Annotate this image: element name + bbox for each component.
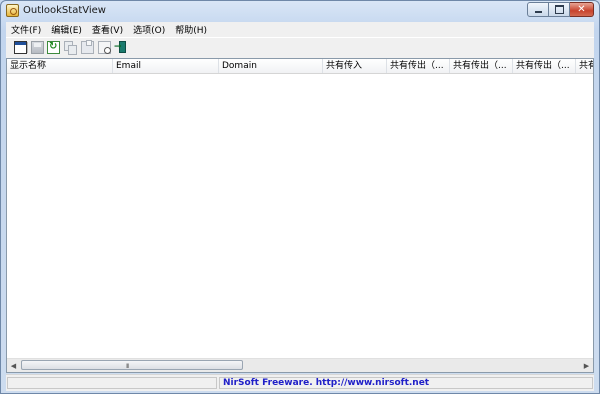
column-total-outgoing-4[interactable]: 共有传 [576, 59, 593, 73]
scroll-left-icon[interactable]: ◀ [7, 359, 20, 372]
scroll-right-icon[interactable]: ▶ [580, 359, 593, 372]
close-button[interactable]: ✕ [570, 2, 594, 17]
column-total-outgoing-2[interactable]: 共有传出（... [450, 59, 513, 73]
nirsoft-link[interactable]: NirSoft Freeware. http://www.nirsoft.net [223, 378, 429, 388]
list-header: 显示名称 Email Domain 共有传入 共有传出（... 共有传出（...… [7, 59, 593, 74]
menu-bar: 文件(F) 编辑(E) 查看(V) 选项(O) 帮助(H) [6, 22, 594, 37]
column-domain[interactable]: Domain [219, 59, 323, 73]
close-icon: ✕ [577, 3, 586, 15]
find-icon[interactable] [98, 41, 111, 54]
html-report-icon[interactable] [14, 41, 27, 54]
title-bar[interactable]: OutlookStatView ✕ [1, 1, 599, 21]
copy-icon[interactable] [64, 41, 77, 55]
menu-file[interactable]: 文件(F) [6, 23, 46, 36]
minimize-button[interactable] [527, 2, 549, 17]
scrollbar-grip: III [126, 363, 129, 370]
horizontal-scrollbar[interactable]: ◀ III ▶ [7, 358, 593, 372]
menu-edit[interactable]: 编辑(E) [46, 23, 87, 36]
menu-view[interactable]: 查看(V) [87, 23, 128, 36]
maximize-icon [554, 5, 564, 14]
save-icon[interactable] [31, 41, 44, 54]
toolbar-separator [27, 42, 28, 53]
window-title: OutlookStatView [23, 5, 106, 16]
column-email[interactable]: Email [113, 59, 219, 73]
maximize-button[interactable] [549, 2, 570, 17]
status-panel-count [7, 377, 217, 389]
properties-icon[interactable] [81, 40, 94, 54]
menu-help[interactable]: 帮助(H) [170, 23, 212, 36]
scrollbar-thumb[interactable]: III [21, 360, 243, 370]
refresh-icon[interactable] [47, 41, 60, 54]
stats-list[interactable]: 显示名称 Email Domain 共有传入 共有传出（... 共有传出（...… [6, 58, 594, 373]
exit-icon[interactable] [114, 41, 127, 54]
column-total-outgoing-1[interactable]: 共有传出（... [387, 59, 450, 73]
status-bar: NirSoft Freeware. http://www.nirsoft.net [6, 374, 594, 391]
menu-options[interactable]: 选项(O) [128, 23, 170, 36]
toolbar [6, 37, 594, 58]
minimize-icon [534, 11, 542, 13]
column-display-name[interactable]: 显示名称 [7, 59, 113, 73]
column-total-incoming[interactable]: 共有传入 [323, 59, 387, 73]
app-window: OutlookStatView ✕ 文件(F) 编辑(E) 查看(V) 选项(O… [0, 0, 600, 394]
column-total-outgoing-3[interactable]: 共有传出（... [513, 59, 576, 73]
app-icon[interactable] [6, 4, 19, 17]
